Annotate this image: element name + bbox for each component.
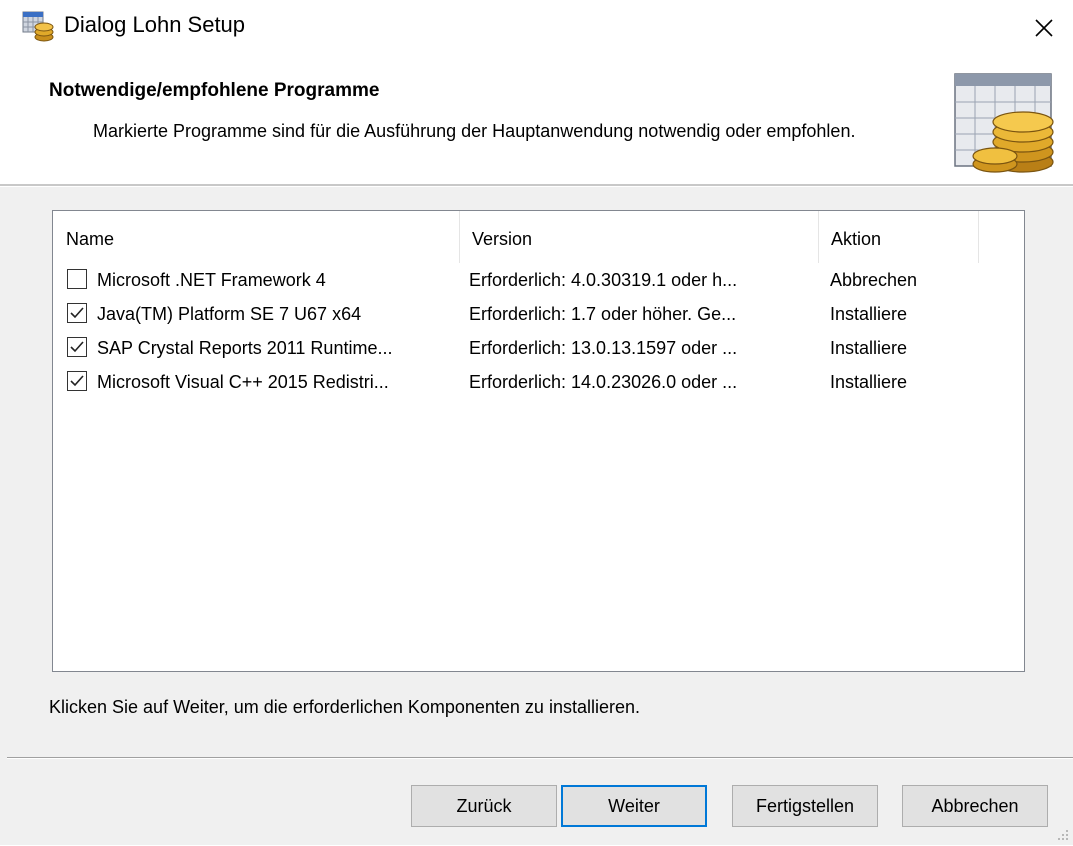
column-separator [978,211,979,263]
wizard-header: Notwendige/empfohlene Programme Markiert… [0,56,1073,184]
next-button[interactable]: Weiter [561,785,707,827]
list-item[interactable]: Java(TM) Platform SE 7 U67 x64 Erforderl… [53,297,1024,331]
row-checkbox[interactable] [67,269,87,289]
setup-coins-icon [22,10,54,42]
list-item[interactable]: SAP Crystal Reports 2011 Runtime... Erfo… [53,331,1024,365]
header-divider [0,184,1073,187]
column-header-name[interactable]: Name [53,211,459,263]
list-header: Name Version Aktion [53,211,1024,263]
component-name: Java(TM) Platform SE 7 U67 x64 [97,304,362,324]
row-checkbox[interactable] [67,337,87,357]
list-item[interactable]: Microsoft .NET Framework 4 Erforderlich:… [53,263,1024,297]
checkmark-icon [70,375,84,387]
component-name: Microsoft .NET Framework 4 [97,270,326,290]
component-version: Erforderlich: 1.7 oder höher. Ge... [469,304,737,324]
row-checkbox[interactable] [67,371,87,391]
column-header-version[interactable]: Version [459,211,818,263]
component-action: Installiere [830,304,908,324]
list-item[interactable]: Microsoft Visual C++ 2015 Redistri... Er… [53,365,1024,399]
checkmark-icon [70,307,84,319]
finish-button[interactable]: Fertigstellen [732,785,878,827]
resize-grip-icon[interactable] [1055,827,1069,841]
page-title: Notwendige/empfohlene Programme [49,80,380,101]
component-version: Erforderlich: 14.0.23026.0 oder ... [469,372,738,392]
title-bar: Dialog Lohn Setup [0,0,1073,56]
close-icon [1035,19,1053,37]
close-button[interactable] [1015,0,1073,56]
back-button[interactable]: Zurück [411,785,557,827]
cancel-button[interactable]: Abbrechen [902,785,1048,827]
column-header-action[interactable]: Aktion [818,211,978,263]
component-version: Erforderlich: 4.0.30319.1 oder h... [469,270,738,290]
component-name: Microsoft Visual C++ 2015 Redistri... [97,372,389,392]
component-name: SAP Crystal Reports 2011 Runtime... [97,338,393,358]
component-action: Installiere [830,338,908,358]
window-title: Dialog Lohn Setup [64,12,246,37]
footer-divider [7,757,1073,759]
components-list[interactable]: Name Version Aktion Microsoft .NET Frame… [52,210,1025,672]
page-description: Markierte Programme sind für die Ausführ… [93,121,856,141]
component-version: Erforderlich: 13.0.13.1597 oder ... [469,338,738,358]
setup-dialog: Dialog Lohn Setup Notwendige/empfohlene … [0,0,1073,845]
checkmark-icon [70,341,84,353]
component-action: Abbrechen [830,270,918,290]
coins-calculator-icon [953,72,1059,174]
component-action: Installiere [830,372,908,392]
row-checkbox[interactable] [67,303,87,323]
info-text: Klicken Sie auf Weiter, um die erforderl… [49,697,640,717]
